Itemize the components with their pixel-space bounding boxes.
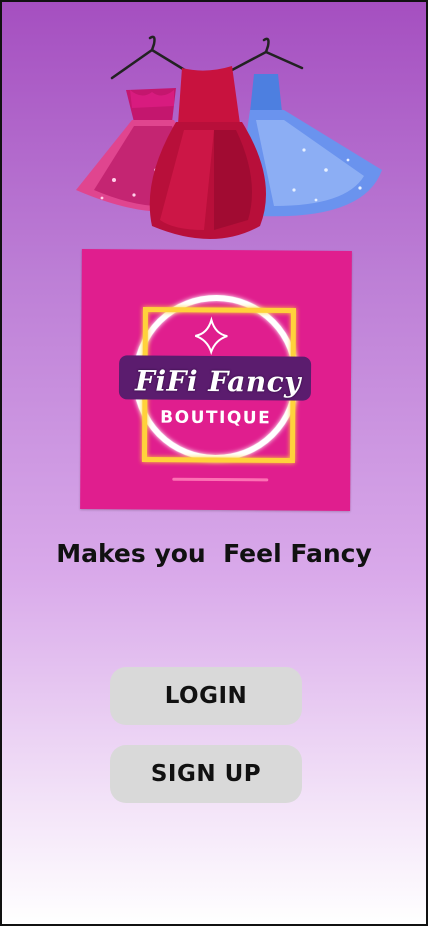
welcome-screen: FiFi Fancy BOUTIQUE Makes you Feel Fancy…	[0, 0, 428, 926]
login-button[interactable]: LOGIN	[110, 667, 302, 725]
signup-button[interactable]: SIGN UP	[110, 745, 302, 803]
hanger-right	[230, 37, 304, 72]
logo-subtitle: BOUTIQUE	[160, 407, 272, 429]
tagline: Makes you Feel Fancy	[56, 539, 372, 568]
boutique-logo: FiFi Fancy BOUTIQUE	[80, 249, 352, 511]
sparkle-icon	[194, 316, 228, 356]
hanger-left	[110, 35, 190, 80]
logo-title: FiFi Fancy	[134, 364, 302, 399]
dresses-illustration	[76, 35, 382, 239]
